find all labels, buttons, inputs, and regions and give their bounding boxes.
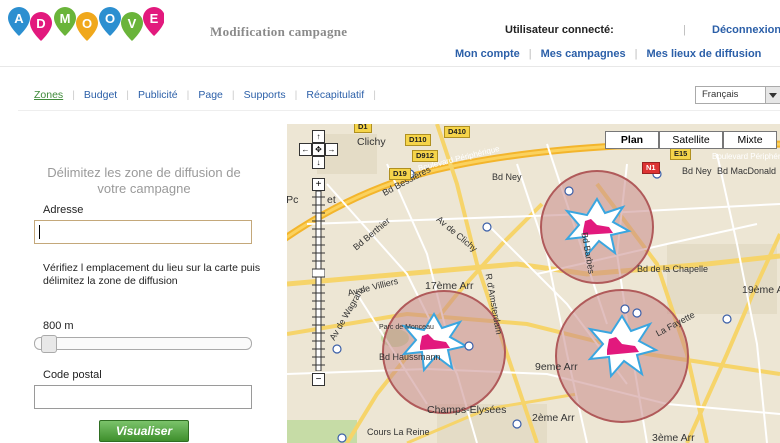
map-label-2eme: 2ème Arr <box>532 412 575 424</box>
pan-up-icon[interactable]: ↑ <box>312 130 325 143</box>
slider-handle[interactable] <box>41 335 57 353</box>
map-label-bd-ney-2: Bd Ney <box>682 166 712 176</box>
map-label-bd-chapelle: Bd de la Chapelle <box>637 264 709 274</box>
divider <box>18 110 780 111</box>
map-label-bd-ney: Bd Ney <box>492 172 522 182</box>
pan-down-icon[interactable]: ↓ <box>312 156 325 169</box>
svg-text:D: D <box>36 16 45 31</box>
user-connected-label: Utilisateur connecté: <box>505 24 614 36</box>
zoom-slider-track[interactable] <box>312 191 325 371</box>
map-navigation-control: ↑ ← ✥ → ↓ + − <box>299 130 339 390</box>
map-label-bd-haussmann: Bd Haussmann <box>379 352 441 362</box>
postal-code-label: Code postal <box>43 369 102 381</box>
header: A D M O O V E Modification campagne Util… <box>0 0 780 64</box>
map-type-satellite-button[interactable]: Satellite <box>659 131 723 149</box>
map[interactable]: Clichy is-Pc et 17ème Arr 9eme Arr 2ème … <box>287 124 780 443</box>
road-shield: D912 <box>412 150 438 162</box>
separator: | <box>294 89 298 101</box>
zoom-in-icon[interactable]: + <box>312 178 325 191</box>
separator: | <box>72 89 75 101</box>
form-title: Délimitez les zone de diffusion de votre… <box>47 165 241 196</box>
separator: | <box>126 89 129 101</box>
road-shield: D110 <box>405 134 431 146</box>
map-label-9eme: 9eme Arr <box>535 361 578 373</box>
map-label-clichy: Clichy <box>357 136 386 148</box>
pan-right-icon[interactable]: → <box>325 143 338 156</box>
chevron-down-icon[interactable] <box>765 87 780 103</box>
language-selected: Français <box>702 89 739 100</box>
road-shield: D1 <box>354 124 372 133</box>
pan-left-icon[interactable]: ← <box>299 143 312 156</box>
separator: | <box>186 89 190 101</box>
tab-budget[interactable]: Budget <box>84 89 117 101</box>
nav-my-locations-link[interactable]: Mes lieux de diffusion <box>646 48 761 60</box>
nav-my-campaigns-link[interactable]: Mes campagnes <box>541 48 626 60</box>
road-shield: N1 <box>642 162 660 174</box>
divider <box>0 66 780 67</box>
svg-text:V: V <box>128 16 137 31</box>
top-nav: Mon compte | Mes campagnes | Mes lieux de di… <box>455 48 761 60</box>
tab-supports[interactable]: Supports <box>244 89 286 101</box>
road-shield: E15 <box>670 148 692 160</box>
logout-link[interactable]: Déconnexion <box>712 24 780 36</box>
language-select[interactable]: Français <box>695 86 780 104</box>
svg-text:A: A <box>14 11 24 26</box>
pan-center-icon[interactable]: ✥ <box>312 143 325 156</box>
separator: | <box>683 24 686 36</box>
page-title: Modification campagne <box>210 24 348 39</box>
svg-text:O: O <box>82 16 92 31</box>
map-label-17eme: 17ème Arr <box>425 280 474 292</box>
text-cursor <box>39 225 40 239</box>
visualize-button[interactable]: Visualiser <box>99 420 189 442</box>
separator: | <box>373 89 376 101</box>
map-label-19eme: 19ème A <box>742 284 780 296</box>
admoove-logo[interactable]: A D M O O V E <box>4 4 164 50</box>
svg-text:M: M <box>60 11 71 26</box>
map-label-champs-elysees: Champs-Elysées <box>427 404 507 416</box>
address-label: Adresse <box>43 204 84 216</box>
tab-publicite[interactable]: Publicité <box>138 89 178 101</box>
road-shield: D19 <box>389 168 411 180</box>
svg-text:E: E <box>150 11 159 26</box>
separator: | <box>528 48 532 60</box>
step-tabs: Zones | Budget | Publicité | Page | Supports | Réc… <box>34 89 385 101</box>
radius-label: 800 m <box>43 320 74 332</box>
map-label-bd-macdonald: Bd MacDonald <box>717 166 777 176</box>
zoom-out-icon[interactable]: − <box>312 373 325 386</box>
map-type-plan-button[interactable]: Plan <box>605 131 659 149</box>
nav-my-account-link[interactable]: Mon compte <box>455 48 520 60</box>
tab-page[interactable]: Page <box>198 89 223 101</box>
radius-slider[interactable] <box>34 335 252 353</box>
postal-code-input[interactable] <box>34 385 252 409</box>
svg-text:O: O <box>105 11 115 26</box>
map-label-peripherique-east: Boulevard Périphérique <box>712 152 780 161</box>
instructions-text: Vérifiez l emplacement du lieu sur la ca… <box>43 262 261 287</box>
separator: | <box>634 48 638 60</box>
tab-recapitulatif[interactable]: Récapitulatif <box>306 89 364 101</box>
road-shield: D410 <box>444 126 470 138</box>
map-label-cours-la-reine: Cours La Reine <box>367 427 430 437</box>
separator: | <box>231 89 235 101</box>
map-label-3eme: 3ème Arr <box>652 432 695 443</box>
map-label-parc-monceau: Parc de Monceau <box>379 324 434 331</box>
map-type-mixte-button[interactable]: Mixte <box>723 131 777 149</box>
tab-zones[interactable]: Zones <box>34 89 63 101</box>
map-label-levallois: is-Pc <box>287 194 299 206</box>
address-input[interactable] <box>34 220 252 244</box>
